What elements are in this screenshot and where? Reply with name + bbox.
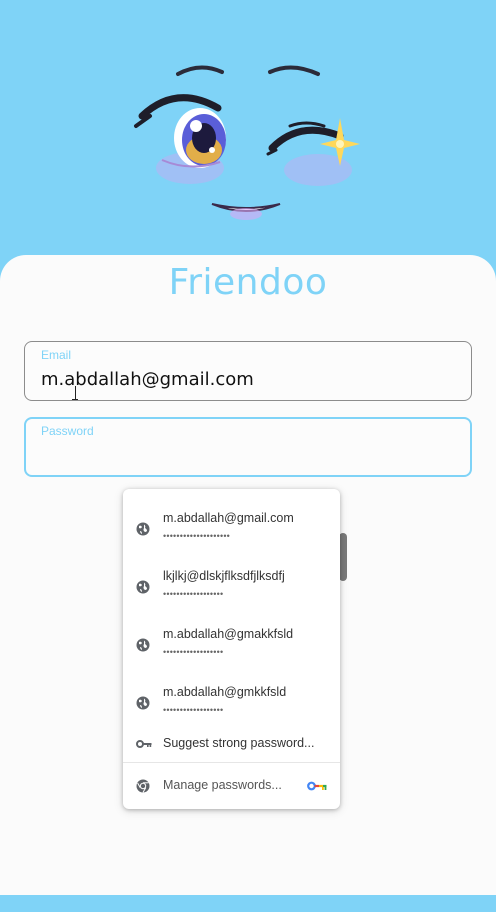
popup-divider bbox=[123, 762, 340, 763]
manage-passwords-item[interactable]: Manage passwords... bbox=[123, 770, 340, 800]
credential-item[interactable]: lkjlkj@dlskjflksdfjlksdfj ••••••••••••••… bbox=[123, 555, 340, 613]
password-label: Password bbox=[41, 424, 94, 438]
credential-password: •••••••••••••••••••• bbox=[163, 531, 231, 541]
credential-username: m.abdallah@gmail.com bbox=[163, 511, 294, 525]
credential-item[interactable]: m.abdallah@gmkkfsld •••••••••••••••••• bbox=[123, 671, 340, 729]
scrollbar-thumb[interactable] bbox=[339, 533, 347, 581]
globe-icon bbox=[136, 638, 150, 652]
credential-username: m.abdallah@gmakkfsld bbox=[163, 627, 294, 641]
password-field[interactable]: Password bbox=[24, 417, 472, 477]
credential-username: lkjlkj@dlskjflksdfjlksdfj bbox=[163, 569, 285, 583]
email-field[interactable]: Email m.abdallah@gmail.com bbox=[24, 341, 472, 401]
credential-password: •••••••••••••••••• bbox=[163, 589, 224, 599]
credential-item[interactable]: m.abdallah@gmail.com •••••••••••••••••••… bbox=[123, 497, 340, 555]
suggest-strong-password-label: Suggest strong password... bbox=[163, 736, 315, 750]
text-cursor-icon bbox=[72, 386, 78, 400]
bottom-strip bbox=[0, 895, 496, 912]
globe-icon bbox=[136, 580, 150, 594]
globe-icon bbox=[136, 696, 150, 710]
password-autofill-popup: m.abdallah@gmail.com •••••••••••••••••••… bbox=[123, 489, 340, 809]
chrome-icon bbox=[136, 779, 150, 793]
key-icon bbox=[136, 740, 152, 748]
credential-password: •••••••••••••••••• bbox=[163, 705, 224, 715]
email-input[interactable]: m.abdallah@gmail.com bbox=[41, 369, 254, 390]
globe-icon bbox=[136, 522, 150, 536]
manage-passwords-label: Manage passwords... bbox=[163, 778, 282, 792]
google-key-icon bbox=[307, 781, 327, 791]
suggest-strong-password-item[interactable]: Suggest strong password... bbox=[123, 729, 340, 759]
email-label: Email bbox=[41, 348, 72, 362]
credential-password: •••••••••••••••••• bbox=[163, 647, 224, 657]
app-title: Friendoo bbox=[168, 262, 328, 303]
credential-item[interactable]: m.abdallah@gmakkfsld •••••••••••••••••• bbox=[123, 613, 340, 671]
credential-username: m.abdallah@gmkkfsld bbox=[163, 685, 287, 699]
